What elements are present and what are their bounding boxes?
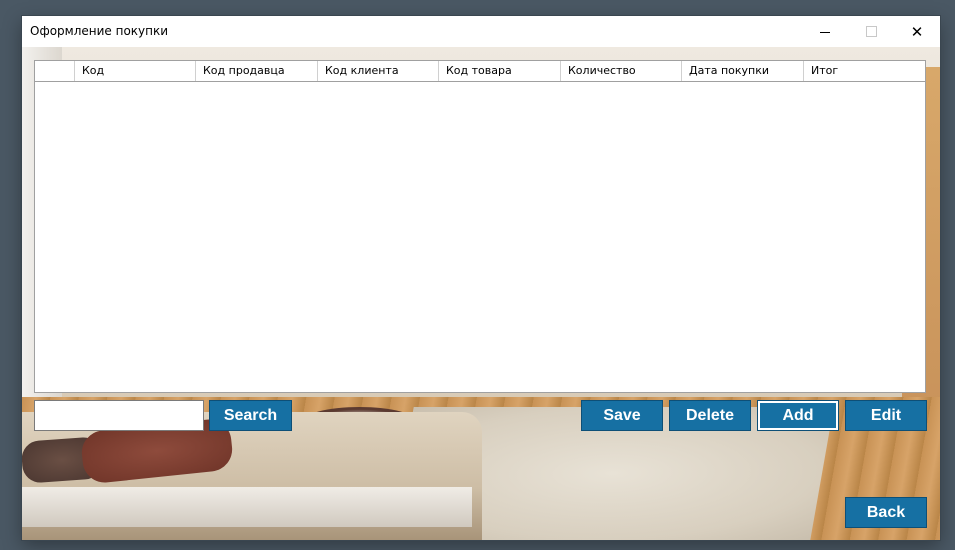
maximize-icon <box>865 26 877 37</box>
back-button[interactable]: Back <box>845 497 927 528</box>
search-button[interactable]: Search <box>209 400 292 431</box>
column-header-seller-id[interactable]: Код продавца <box>196 61 318 81</box>
form-client-area: Код Код продавца Код клиента Код товара … <box>22 47 940 540</box>
column-header-product-id[interactable]: Код товара <box>439 61 561 81</box>
save-button[interactable]: Save <box>581 400 663 431</box>
search-input[interactable] <box>34 400 204 431</box>
window-title: Оформление покупки <box>30 24 169 38</box>
close-icon: ✕ <box>910 22 924 41</box>
column-header-id[interactable]: Код <box>75 61 196 81</box>
purchases-data-grid[interactable]: Код Код продавца Код клиента Код товара … <box>34 60 926 393</box>
app-window: Оформление покупки ✕ Код Код продавца Ко… <box>22 16 940 540</box>
column-header-quantity[interactable]: Количество <box>561 61 682 81</box>
column-header-client-id[interactable]: Код клиента <box>318 61 439 81</box>
maximize-button <box>848 16 894 47</box>
column-header-total[interactable]: Итог <box>804 61 925 81</box>
title-bar[interactable]: Оформление покупки ✕ <box>22 16 940 47</box>
grid-header-row: Код Код продавца Код клиента Код товара … <box>35 61 925 82</box>
grid-row-header-corner[interactable] <box>35 61 75 81</box>
minimize-button[interactable] <box>802 16 848 47</box>
column-header-purchase-date[interactable]: Дата покупки <box>682 61 804 81</box>
edit-button[interactable]: Edit <box>845 400 927 431</box>
add-button[interactable]: Add <box>757 400 839 431</box>
delete-button[interactable]: Delete <box>669 400 751 431</box>
close-button[interactable]: ✕ <box>894 16 940 47</box>
minimize-icon <box>820 31 830 33</box>
